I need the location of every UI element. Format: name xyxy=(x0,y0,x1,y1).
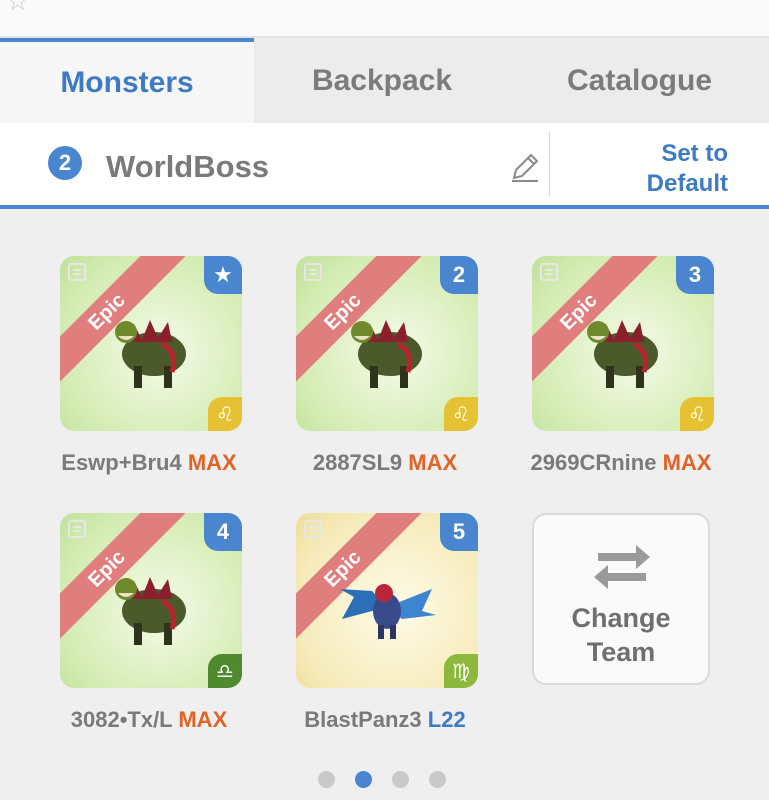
monster-name: 2887SL9 xyxy=(312,450,403,475)
page-dot[interactable] xyxy=(392,771,409,788)
monster-name: BlastPanz3 xyxy=(304,707,422,732)
monster-label: 3082•Tx/L MAX xyxy=(19,707,279,733)
slot-badge: 4 xyxy=(204,513,242,551)
zodiac-libra-icon: ♎ xyxy=(208,654,242,688)
monster-card[interactable]: Epic ★ ♌ xyxy=(60,256,242,431)
zodiac-leo-icon: ♌ xyxy=(208,397,242,431)
monster-level: L22 xyxy=(427,707,466,732)
team-name: WorldBoss xyxy=(106,149,270,184)
info-icon xyxy=(304,520,322,538)
monster-card[interactable]: Epic 4 ♎ xyxy=(60,513,242,688)
monster-icon xyxy=(351,320,422,388)
monster-name: 2969CRnine xyxy=(530,450,657,475)
slot-badge: 2 xyxy=(440,256,478,294)
page-dot[interactable] xyxy=(429,771,446,788)
monster-level: MAX xyxy=(178,707,228,732)
info-icon xyxy=(540,263,558,281)
monster-name: Eswp+Bru4 xyxy=(61,450,182,475)
zodiac-leo-icon: ♌ xyxy=(444,397,478,431)
change-team-button[interactable]: Change Team xyxy=(532,513,710,685)
monster-icon xyxy=(587,320,658,388)
team-bar-divider xyxy=(549,132,550,196)
monster-label: Eswp+Bru4 MAX xyxy=(19,450,279,476)
tab-bar: Monsters Backpack Catalogue xyxy=(0,38,769,123)
set-to-default-line2: Default xyxy=(646,170,728,197)
monster-icon xyxy=(115,320,186,388)
monster-card[interactable]: Epic 2 ♌ xyxy=(296,256,478,431)
tab-catalogue[interactable]: Catalogue xyxy=(510,38,769,123)
set-to-default-line1: Set to xyxy=(661,140,728,167)
monster-level: MAX xyxy=(408,450,458,475)
page-dot[interactable] xyxy=(318,771,335,788)
slot-badge: 3 xyxy=(676,256,714,294)
info-icon xyxy=(68,263,86,281)
monster-card[interactable]: Epic 5 ♍ xyxy=(296,513,478,688)
monster-label: 2887SL9 MAX xyxy=(255,450,515,476)
zodiac-leo-icon: ♌ xyxy=(680,397,714,431)
slot-badge: ★ xyxy=(204,256,242,294)
team-number-badge: 2 xyxy=(48,146,82,180)
monster-label: BlastPanz3 L22 xyxy=(255,707,515,733)
dragon-monster-icon xyxy=(340,584,436,639)
star-icon: ☆ xyxy=(6,0,30,16)
pencil-icon[interactable] xyxy=(508,150,542,184)
monster-level: MAX xyxy=(662,450,712,475)
page-indicator xyxy=(318,771,446,788)
monster-icon xyxy=(115,577,186,645)
page-dot-active[interactable] xyxy=(355,771,372,788)
slot-badge: 5 xyxy=(440,513,478,551)
change-team-label: Change Team xyxy=(534,601,708,669)
info-icon xyxy=(68,520,86,538)
tab-monsters[interactable]: Monsters xyxy=(0,38,254,123)
top-bar: ☆ xyxy=(0,0,769,38)
change-team-line2: Team xyxy=(586,637,656,667)
monster-card[interactable]: Epic 3 ♌ xyxy=(532,256,714,431)
swap-arrows-icon xyxy=(594,545,650,589)
change-team-line1: Change xyxy=(571,603,671,633)
monster-label: 2969CRnine MAX xyxy=(491,450,751,476)
tab-backpack[interactable]: Backpack xyxy=(254,38,510,123)
monster-level: MAX xyxy=(187,450,237,475)
set-to-default-button[interactable]: Set to Default xyxy=(606,139,728,199)
zodiac-virgo-icon: ♍ xyxy=(444,654,478,688)
info-icon xyxy=(304,263,322,281)
monster-name: 3082•Tx/L xyxy=(70,707,173,732)
